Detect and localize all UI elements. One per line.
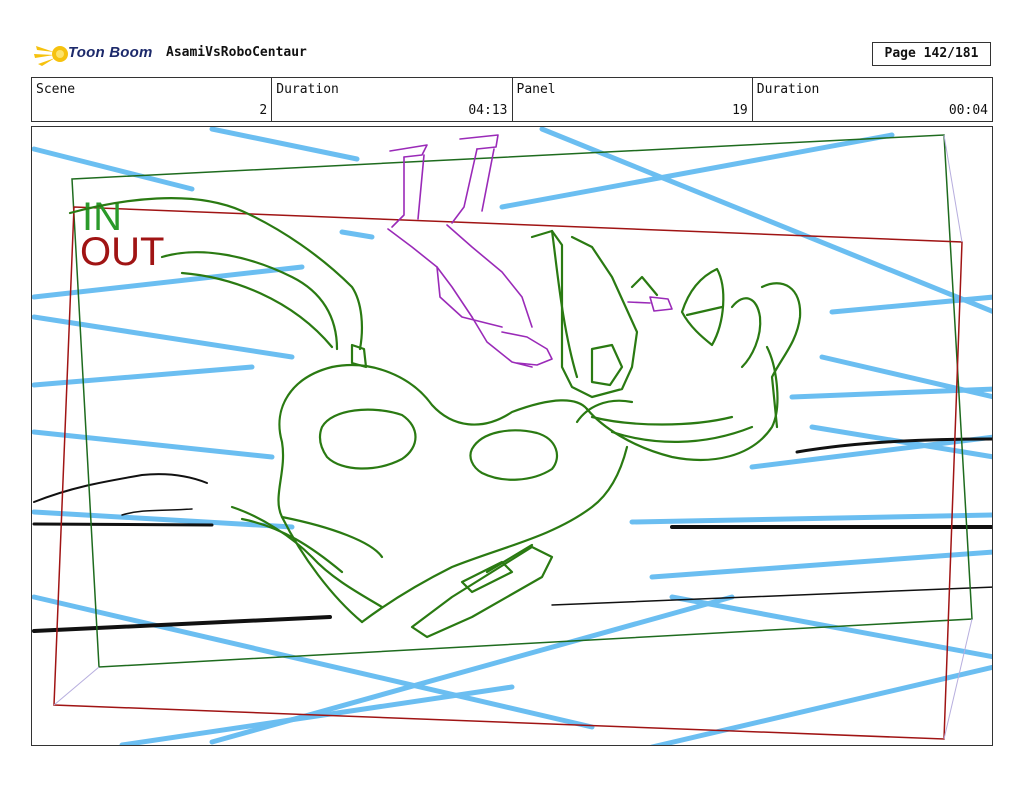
speed-lines [32, 127, 992, 745]
robot-sketch [68, 197, 802, 639]
scene-duration-label: Duration [276, 82, 339, 97]
panel-cell: Panel 19 [513, 78, 753, 121]
panel-value: 19 [732, 103, 748, 118]
logo-text: Toon Boom [68, 44, 153, 61]
panel-drawing: IN OUT [32, 127, 992, 745]
scene-value: 2 [259, 103, 268, 118]
out-label: OUT [80, 230, 164, 274]
scene-duration-value: 04:13 [468, 103, 508, 118]
scene-label: Scene [36, 82, 76, 97]
horizon-lines [32, 437, 992, 633]
panel-duration-label: Duration [756, 82, 820, 97]
scene-cell: Scene 2 [32, 78, 273, 121]
panel-duration-value: 00:04 [948, 103, 988, 118]
panel-duration-cell: Duration 00:04 [753, 78, 992, 121]
page-indicator: Page 142/181 [872, 42, 991, 66]
storyboard-panel: IN OUT [31, 126, 993, 746]
scene-info-table: Scene 2 Duration 04:13 Panel 19 Duration… [31, 77, 993, 122]
scene-duration-cell: Duration 04:13 [272, 78, 513, 121]
panel-label: Panel [516, 82, 556, 97]
character-sketch [387, 134, 673, 368]
project-title: AsamiVsRoboCentaur [166, 45, 307, 60]
